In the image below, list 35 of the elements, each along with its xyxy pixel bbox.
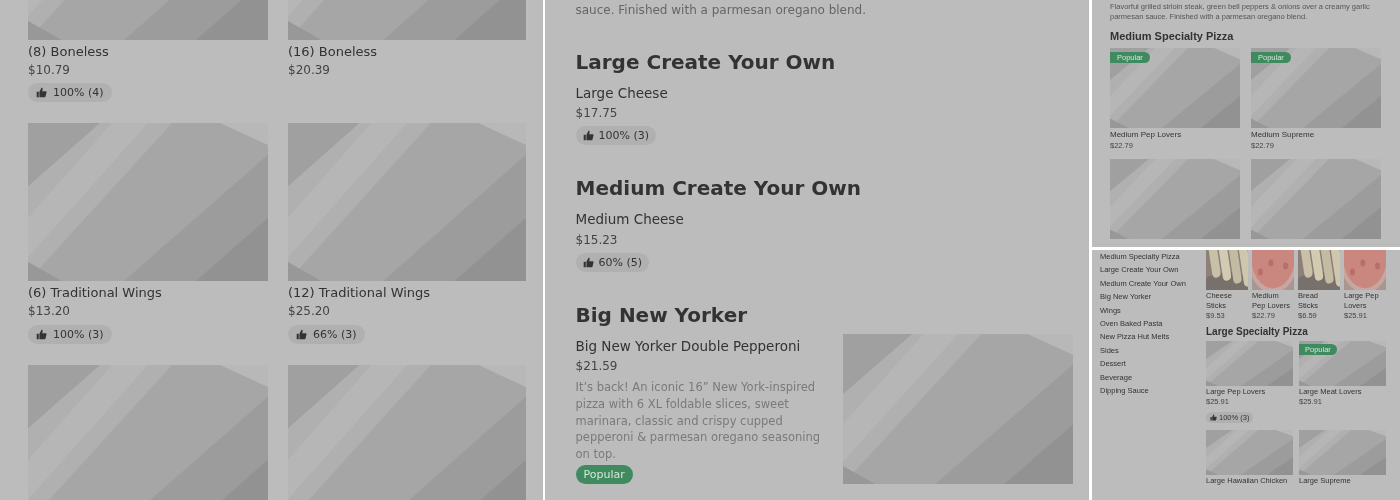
item-name: Medium Pep Lovers [1110, 129, 1183, 140]
section-heading: Medium Create Your Own [575, 175, 863, 202]
thumbs-up-icon [36, 87, 47, 99]
section-heading: Large Specialty Pizza [1206, 326, 1309, 338]
item-price: $17.75 [575, 106, 619, 121]
item-name: Large Cheese [575, 84, 669, 103]
thumbs-up-icon [36, 328, 47, 340]
item-price: $25.20 [288, 304, 331, 320]
item-name: (16) Boneless [288, 44, 379, 61]
item-price: $21.59 [575, 359, 619, 374]
thumbs-up-icon [296, 328, 307, 340]
rating-text: 66% (3) [313, 327, 357, 341]
item-name: Medium Supreme [1251, 129, 1316, 140]
thumbs-up-icon [1210, 413, 1217, 421]
thumbs-up-icon [582, 256, 594, 268]
description-text: sauce. Finished with a parmesan oregano blend. [575, 2, 868, 19]
item-description: It’s back! An iconic 16” New York-inspired pizza with 6 XL foldable slices, sweet marinara, classic and crispy cupped pepperoni & parmesan oregano seasoning on top. [575, 379, 822, 463]
section-heading: Large Create Your Own [575, 48, 837, 75]
item-name: (8) Boneless [28, 44, 110, 61]
rating-text: 100% (3) [53, 327, 104, 341]
rating-text: 100% (4) [53, 86, 104, 100]
item-name: (6) Traditional Wings [28, 285, 163, 303]
popular-badge: Popular [575, 464, 633, 484]
section-heading: Medium Specialty Pizza [1110, 29, 1235, 42]
item-price: $20.39 [288, 62, 331, 79]
item-name: (12) Traditional Wings [288, 285, 432, 303]
item-name: Big New Yorker Double Pepperoni [575, 337, 802, 356]
item-price: $13.20 [28, 304, 71, 320]
item-name: Medium Cheese [575, 211, 685, 229]
section-heading: Big New Yorker [575, 301, 749, 328]
item-price: $10.79 [28, 62, 71, 79]
item-price: $15.23 [575, 232, 619, 247]
rating-text: 60% (5) [598, 255, 643, 269]
thumbs-up-icon [582, 130, 594, 142]
rating-text: 100% (3) [598, 129, 650, 143]
